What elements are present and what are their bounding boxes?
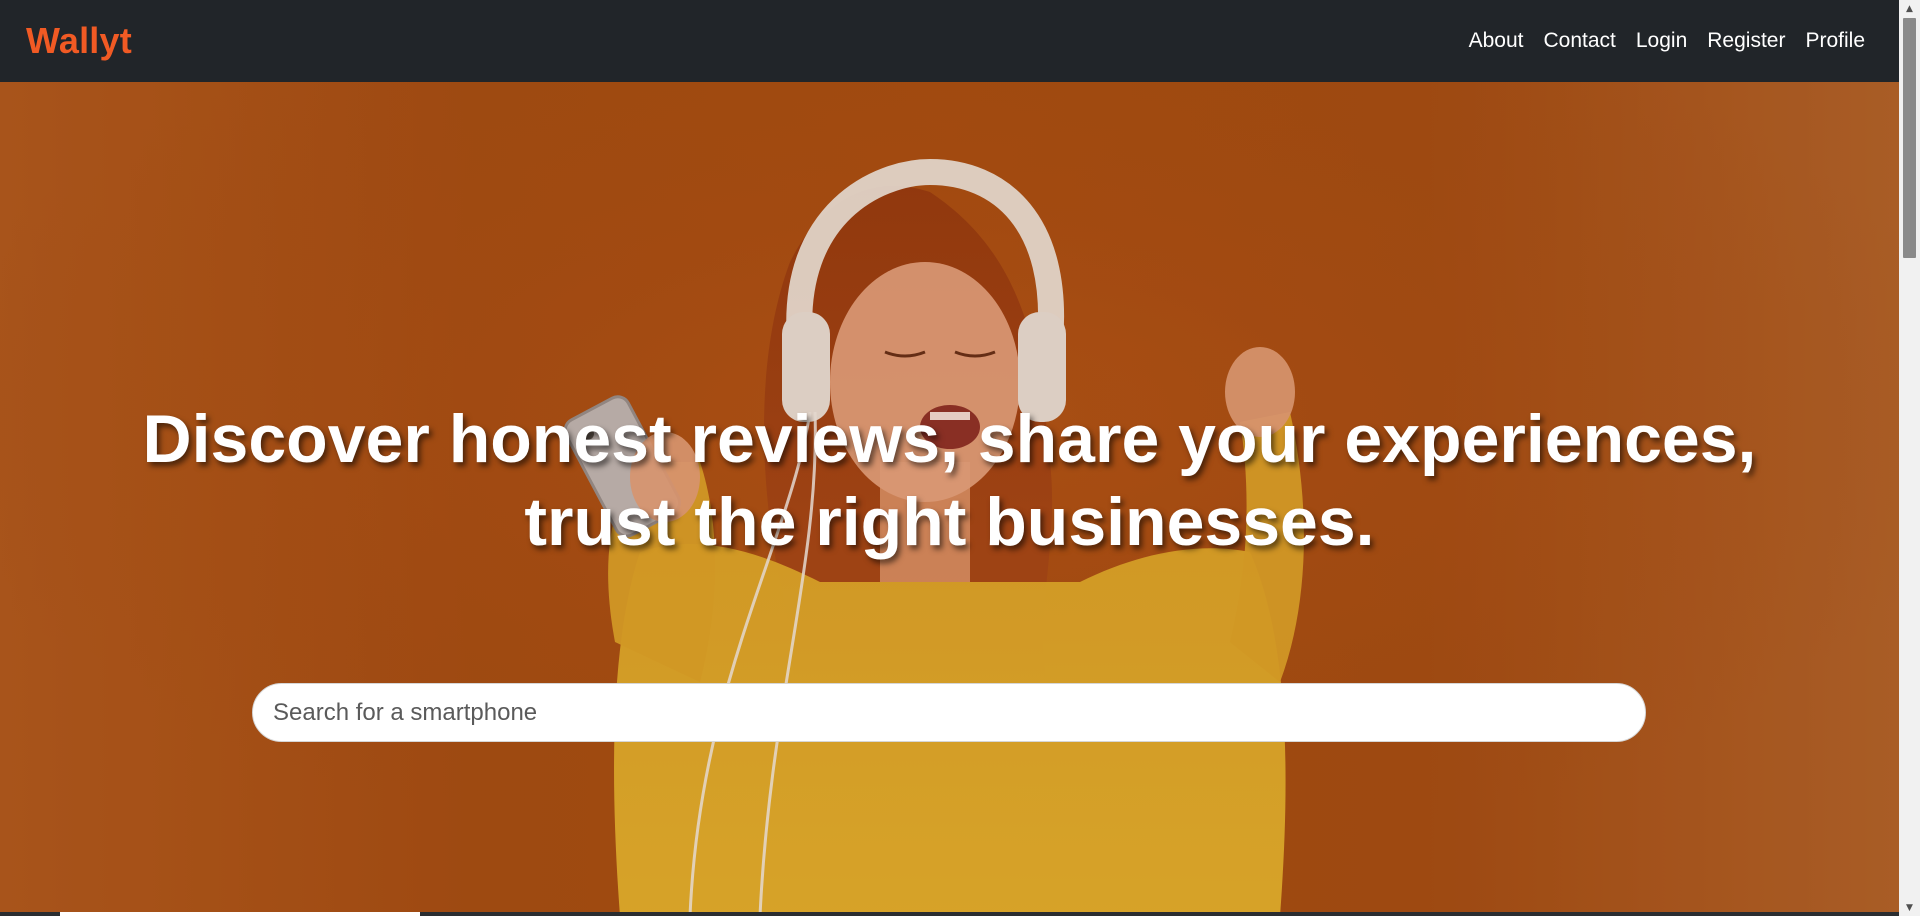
nav-links: About Contact Login Register Profile xyxy=(1469,29,1865,53)
scroll-thumb[interactable] xyxy=(1903,18,1916,258)
hero-title-line-2: trust the right businesses. xyxy=(524,484,1375,560)
scroll-up-arrow-icon[interactable]: ▲ xyxy=(1899,0,1920,17)
bottom-strip xyxy=(0,912,1899,916)
nav-link-profile[interactable]: Profile xyxy=(1805,29,1865,53)
bottom-strip-segment xyxy=(60,912,420,916)
search-input[interactable] xyxy=(252,683,1646,742)
nav-link-about[interactable]: About xyxy=(1469,29,1524,53)
top-navbar: Wallyt About Contact Login Register Prof… xyxy=(0,0,1899,82)
hero-title: Discover honest reviews, share your expe… xyxy=(0,398,1899,564)
nav-link-contact[interactable]: Contact xyxy=(1544,29,1616,53)
hero-section: Discover honest reviews, share your expe… xyxy=(0,82,1899,916)
hero-title-line-1: Discover honest reviews, share your expe… xyxy=(142,401,1757,477)
brand-logo-link[interactable]: Wallyt xyxy=(26,20,132,62)
nav-link-login[interactable]: Login xyxy=(1636,29,1687,53)
nav-link-register[interactable]: Register xyxy=(1707,29,1785,53)
scroll-down-arrow-icon[interactable]: ▼ xyxy=(1899,899,1920,916)
page-scrollbar[interactable]: ▲ ▼ xyxy=(1899,0,1920,916)
